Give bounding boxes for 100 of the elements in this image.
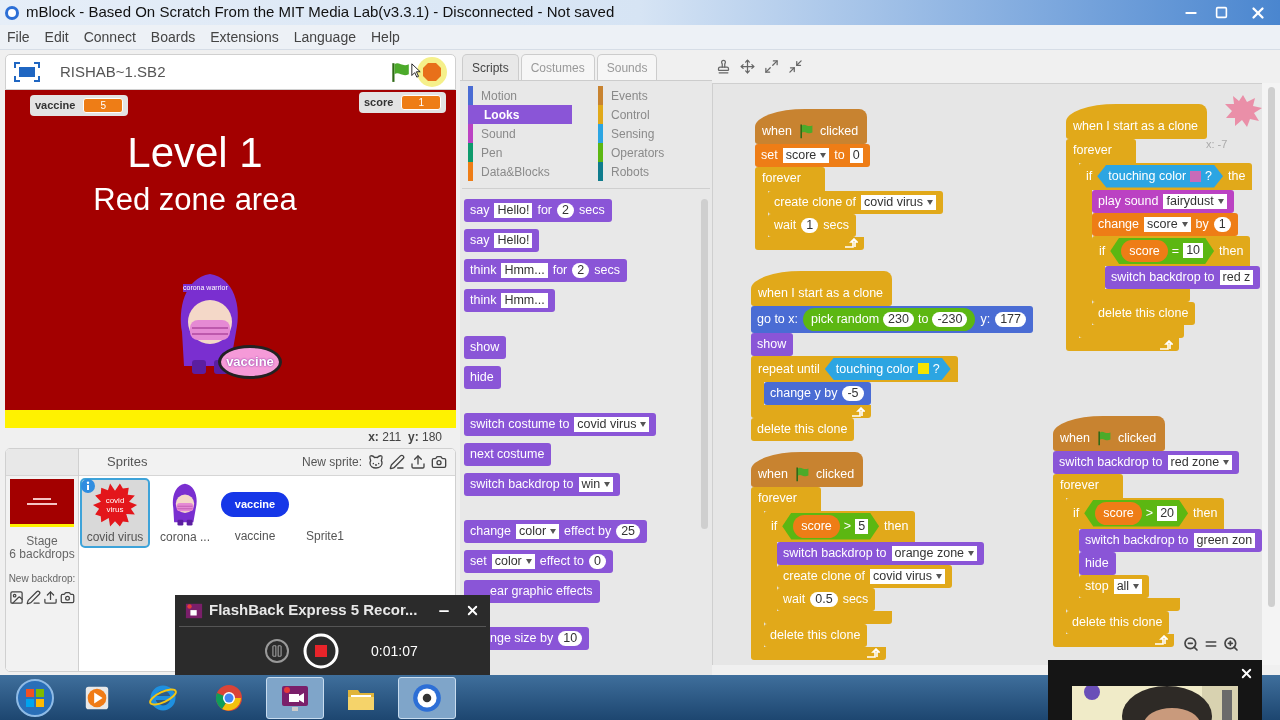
upload-icon[interactable] [43, 590, 58, 605]
script-block[interactable]: create clone of covid virus [768, 190, 944, 214]
number-input[interactable]: 2 [557, 203, 574, 218]
menu-item[interactable]: Help [371, 26, 400, 48]
script-block[interactable]: change score by 1 [1092, 212, 1238, 236]
script-block[interactable]: set score to 0 [755, 143, 870, 167]
number-input[interactable]: 1 [801, 217, 819, 233]
dropdown[interactable]: covid virus [870, 568, 946, 584]
sprite-tile[interactable]: corona ... [150, 478, 220, 548]
script-block[interactable]: change color effect by 25 [464, 520, 648, 543]
text-input[interactable]: green zon [1193, 532, 1256, 548]
info-icon[interactable] [81, 479, 95, 493]
script-block[interactable]: go to x: pick random 230 to -230 y: 177 [751, 305, 1033, 333]
script-block[interactable]: ear graphic effects [464, 580, 600, 603]
c-block-top[interactable]: if score > 20 then [1066, 497, 1225, 529]
script-block[interactable]: switch backdrop to red z [1105, 266, 1261, 290]
number-input[interactable]: 230 [883, 311, 914, 327]
text-input[interactable]: 5 [855, 518, 869, 534]
script-block[interactable]: play sound fairydust [1092, 189, 1234, 213]
pause-icon[interactable] [265, 639, 289, 663]
sprite-tile[interactable]: Sprite1 [290, 478, 360, 548]
script-block[interactable]: show [751, 332, 794, 356]
color-swatch[interactable] [1190, 170, 1202, 182]
number-input[interactable]: 2 [572, 263, 590, 278]
text-input[interactable]: Hmm... [501, 263, 548, 278]
sprite-tile[interactable]: vaccine vaccine [220, 478, 290, 548]
text-input[interactable]: Hello! [494, 233, 533, 248]
menu-item[interactable]: Boards [150, 26, 196, 48]
script-block[interactable]: switch costume to covid virus [464, 413, 657, 436]
script-block[interactable]: switch backdrop to red zone [1053, 450, 1240, 474]
menu-item[interactable]: Extensions [210, 26, 279, 48]
dropdown[interactable]: covid virus [861, 194, 937, 210]
number-input[interactable]: -5 [842, 386, 864, 402]
number-input[interactable]: -230 [932, 311, 968, 327]
tab[interactable]: Scripts [462, 54, 519, 80]
zoom-out-icon[interactable] [1183, 636, 1199, 652]
menu-item[interactable]: Language [293, 26, 356, 48]
camera-icon[interactable] [431, 454, 447, 470]
menu-item[interactable]: Edit [44, 26, 69, 48]
text-input[interactable]: Hello! [494, 203, 533, 218]
script-block[interactable]: hide [1079, 551, 1116, 575]
script-block[interactable]: set color effect to 0 [464, 550, 613, 573]
menu-item[interactable]: File [7, 26, 30, 48]
script-block[interactable]: say Hello! [464, 229, 540, 252]
taskbar-button[interactable] [398, 676, 456, 719]
script-block[interactable]: wait 0.5 secs [777, 587, 876, 611]
script-block[interactable]: next costume [464, 443, 552, 466]
shrink-icon[interactable] [788, 59, 803, 74]
scrollbar[interactable] [1267, 87, 1275, 607]
dropdown[interactable]: color [491, 554, 535, 569]
dropdown[interactable]: covid virus [574, 417, 650, 432]
stop-icon[interactable] [422, 62, 442, 82]
expand-icon[interactable] [764, 59, 779, 74]
cat-icon[interactable] [368, 454, 384, 470]
text-input[interactable]: Hmm... [501, 293, 548, 308]
pen-icon[interactable] [26, 590, 41, 605]
maximize-icon[interactable] [1214, 6, 1228, 19]
upload-icon[interactable] [410, 454, 426, 470]
c-block-top[interactable]: if score > 5 then [764, 510, 916, 542]
flag-icon[interactable] [389, 61, 411, 83]
stamp-icon[interactable] [716, 59, 731, 74]
script-block[interactable]: say Hello! for 2 secs [464, 199, 612, 222]
script-block[interactable]: wait 1 secs [768, 213, 856, 237]
script-block[interactable]: show [464, 336, 507, 359]
script-block[interactable]: think Hmm... for 2 secs [464, 259, 627, 282]
number-input[interactable]: 1 [1213, 216, 1231, 232]
dropdown[interactable]: win [578, 477, 614, 492]
category-button[interactable]: Looks [468, 105, 572, 124]
dropdown[interactable]: score [1144, 216, 1191, 232]
scrollbar[interactable] [701, 199, 708, 529]
zoom-in-icon[interactable] [1223, 636, 1239, 652]
script-block[interactable]: create clone of covid virus [777, 564, 953, 588]
text-input[interactable]: 10 [1183, 243, 1204, 259]
script-block[interactable]: switch backdrop to win [464, 473, 621, 496]
close-icon[interactable] [465, 603, 480, 618]
number-input[interactable]: 0.5 [810, 591, 838, 607]
script-block[interactable]: switch backdrop to green zon [1079, 528, 1262, 552]
text-input[interactable]: 0 [849, 147, 863, 163]
camera-icon[interactable] [60, 590, 75, 605]
script-block[interactable]: hide [464, 366, 501, 389]
dropdown[interactable]: color [516, 524, 560, 539]
number-input[interactable]: 10 [558, 631, 583, 646]
stop-record-icon[interactable] [303, 633, 339, 669]
number-input[interactable]: 0 [589, 554, 606, 569]
number-input[interactable]: 177 [995, 311, 1026, 327]
text-input[interactable]: 20 [1157, 505, 1178, 521]
fullscreen-icon[interactable] [14, 62, 40, 82]
taskbar-button[interactable] [266, 676, 324, 719]
script-block[interactable]: switch backdrop to orange zone [777, 541, 985, 565]
color-swatch[interactable] [917, 363, 929, 375]
dropdown[interactable]: red zone [1167, 454, 1233, 470]
number-input[interactable]: 25 [616, 524, 641, 539]
text-input[interactable]: red z [1219, 270, 1254, 286]
c-block-top[interactable]: if score = 10 then [1092, 235, 1251, 267]
script-block[interactable]: change y by -5 [764, 382, 871, 406]
condition-block[interactable]: score = 10 [1110, 237, 1215, 265]
stage-thumbnail[interactable] [10, 479, 74, 527]
dropdown[interactable]: all [1113, 578, 1143, 594]
condition-block[interactable]: score > 20 [1084, 499, 1189, 527]
pen-icon[interactable] [389, 454, 405, 470]
